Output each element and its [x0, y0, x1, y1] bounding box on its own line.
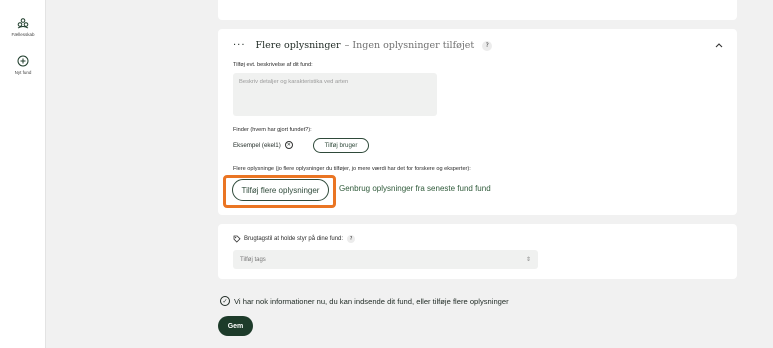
sidebar-item-community[interactable]: Fællesskab [0, 17, 46, 37]
community-icon [17, 18, 29, 29]
previous-section-card [218, 0, 737, 20]
sidebar-item-label: Nyt fund [14, 70, 32, 75]
save-button[interactable]: Gem [218, 316, 253, 336]
sidebar-item-label: Fællesskab [11, 32, 35, 37]
help-icon[interactable]: ? [482, 40, 493, 51]
more-info-card: ··· Flere oplysninger – Ingen oplysninge… [218, 29, 737, 215]
tags-label: Brugtagstil at holde styr på dine fund: [244, 236, 344, 242]
more-info-title: Flere oplysninger [255, 40, 341, 51]
updown-chevron-icon: ⇕ [525, 257, 531, 263]
more-info-subtitle: – Ingen oplysninger tilføjet [344, 40, 475, 51]
completion-message: ✓ Vi har nok informationer nu, du kan in… [220, 296, 509, 306]
tag-icon [233, 235, 241, 243]
completion-text: Vi har nok informationer nu, du kan inds… [234, 296, 509, 306]
finder-value: Eksempel (ekel1) [233, 141, 281, 149]
help-icon[interactable]: ? [347, 235, 356, 243]
tags-placeholder: Tilføj tags [240, 256, 266, 263]
chevron-up-icon[interactable] [715, 42, 723, 48]
sidebar-item-new-find[interactable]: Nyt fund [0, 55, 46, 75]
more-dots-icon: ··· [233, 40, 246, 51]
add-user-button[interactable]: Tilføj bruger [313, 138, 369, 153]
remove-finder-icon[interactable]: ✕ [284, 141, 293, 149]
more-info-label: Flere oplysninge (jo flere oplysninger d… [233, 166, 471, 172]
finder-label: Finder (hvem har gjort fundet?): [233, 127, 312, 133]
add-more-info-button[interactable]: Tilføj flere oplysninger [232, 179, 329, 201]
more-info-header[interactable]: ··· Flere oplysninger – Ingen oplysninge… [233, 40, 493, 51]
reuse-info-link[interactable]: Genbrug oplysninger fra seneste fund fun… [339, 184, 491, 193]
tags-select[interactable]: Tilføj tags ⇕ [233, 250, 538, 269]
description-label: Tilføj evt. beskrivelse af dit fund: [233, 62, 313, 68]
tags-label-row: Brugtagstil at holde styr på dine fund: … [233, 235, 356, 243]
description-field[interactable]: Beskriv detaljer og karakteristika ved a… [233, 73, 437, 116]
check-circle-icon: ✓ [220, 296, 230, 306]
sidebar: Fællesskab Nyt fund [0, 0, 46, 348]
tags-card: Brugtagstil at holde styr på dine fund: … [218, 224, 737, 279]
plus-circle-icon [17, 55, 29, 67]
finder-chip: Eksempel (ekel1) ✕ [233, 141, 293, 149]
